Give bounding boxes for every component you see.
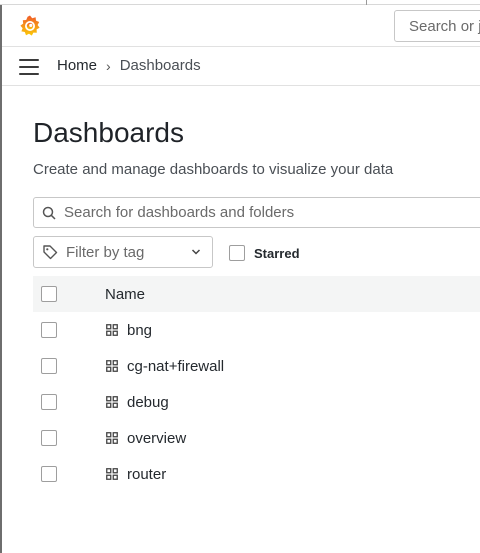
dashboard-grid-icon [106,324,118,336]
top-search-input[interactable]: Search or jump to... [394,10,480,42]
dashboard-grid-icon [106,468,118,480]
select-all-checkbox[interactable] [41,286,57,302]
starred-checkbox[interactable] [229,245,245,261]
search-icon [42,206,56,220]
dashboard-grid-icon [106,360,118,372]
row-checkbox[interactable] [41,322,57,338]
dashboard-link[interactable]: overview [127,430,186,447]
dashboard-grid-icon [106,396,118,408]
table-header: Name [33,276,480,312]
tag-icon [43,245,58,260]
top-search-placeholder: Search or jump to... [409,17,480,35]
dashboard-search-placeholder: Search for dashboards and folders [64,204,295,221]
filter-by-tag-label: Filter by tag [66,243,145,261]
top-bar: Search or jump to... [0,6,480,46]
table-row[interactable]: bng [33,312,480,348]
filter-by-tag-select[interactable]: Filter by tag [33,236,213,268]
dashboard-link[interactable]: router [127,466,166,483]
starred-filter[interactable]: Starred [229,245,300,261]
table-row[interactable]: debug [33,384,480,420]
dashboard-table: Name bng cg-nat+firewall debug overview … [33,276,480,492]
table-row[interactable]: router [33,456,480,492]
row-checkbox[interactable] [41,358,57,374]
nav-bar: Home › Dashboards [2,46,480,86]
breadcrumb: Home › Dashboards [57,57,201,74]
dashboard-link[interactable]: bng [127,322,152,339]
row-checkbox[interactable] [41,394,57,410]
column-header-name[interactable]: Name [105,286,145,303]
page-subtitle: Create and manage dashboards to visualiz… [33,161,394,178]
chevron-down-icon [191,249,201,255]
dashboard-link[interactable]: cg-nat+firewall [127,358,224,375]
dashboard-link[interactable]: debug [127,394,169,411]
breadcrumb-home[interactable]: Home [57,57,97,74]
page-title: Dashboards [33,117,184,148]
dashboard-grid-icon [106,432,118,444]
table-row[interactable]: cg-nat+firewall [33,348,480,384]
table-row[interactable]: overview [33,420,480,456]
grafana-logo-icon[interactable] [18,14,42,38]
dashboard-search-input[interactable]: Search for dashboards and folders [33,197,480,228]
breadcrumb-separator: › [106,57,111,74]
window-top-strip [0,0,480,5]
starred-label: Starred [254,245,300,261]
menu-toggle-icon[interactable] [19,59,39,75]
row-checkbox[interactable] [41,430,57,446]
row-checkbox[interactable] [41,466,57,482]
breadcrumb-current: Dashboards [119,57,201,74]
